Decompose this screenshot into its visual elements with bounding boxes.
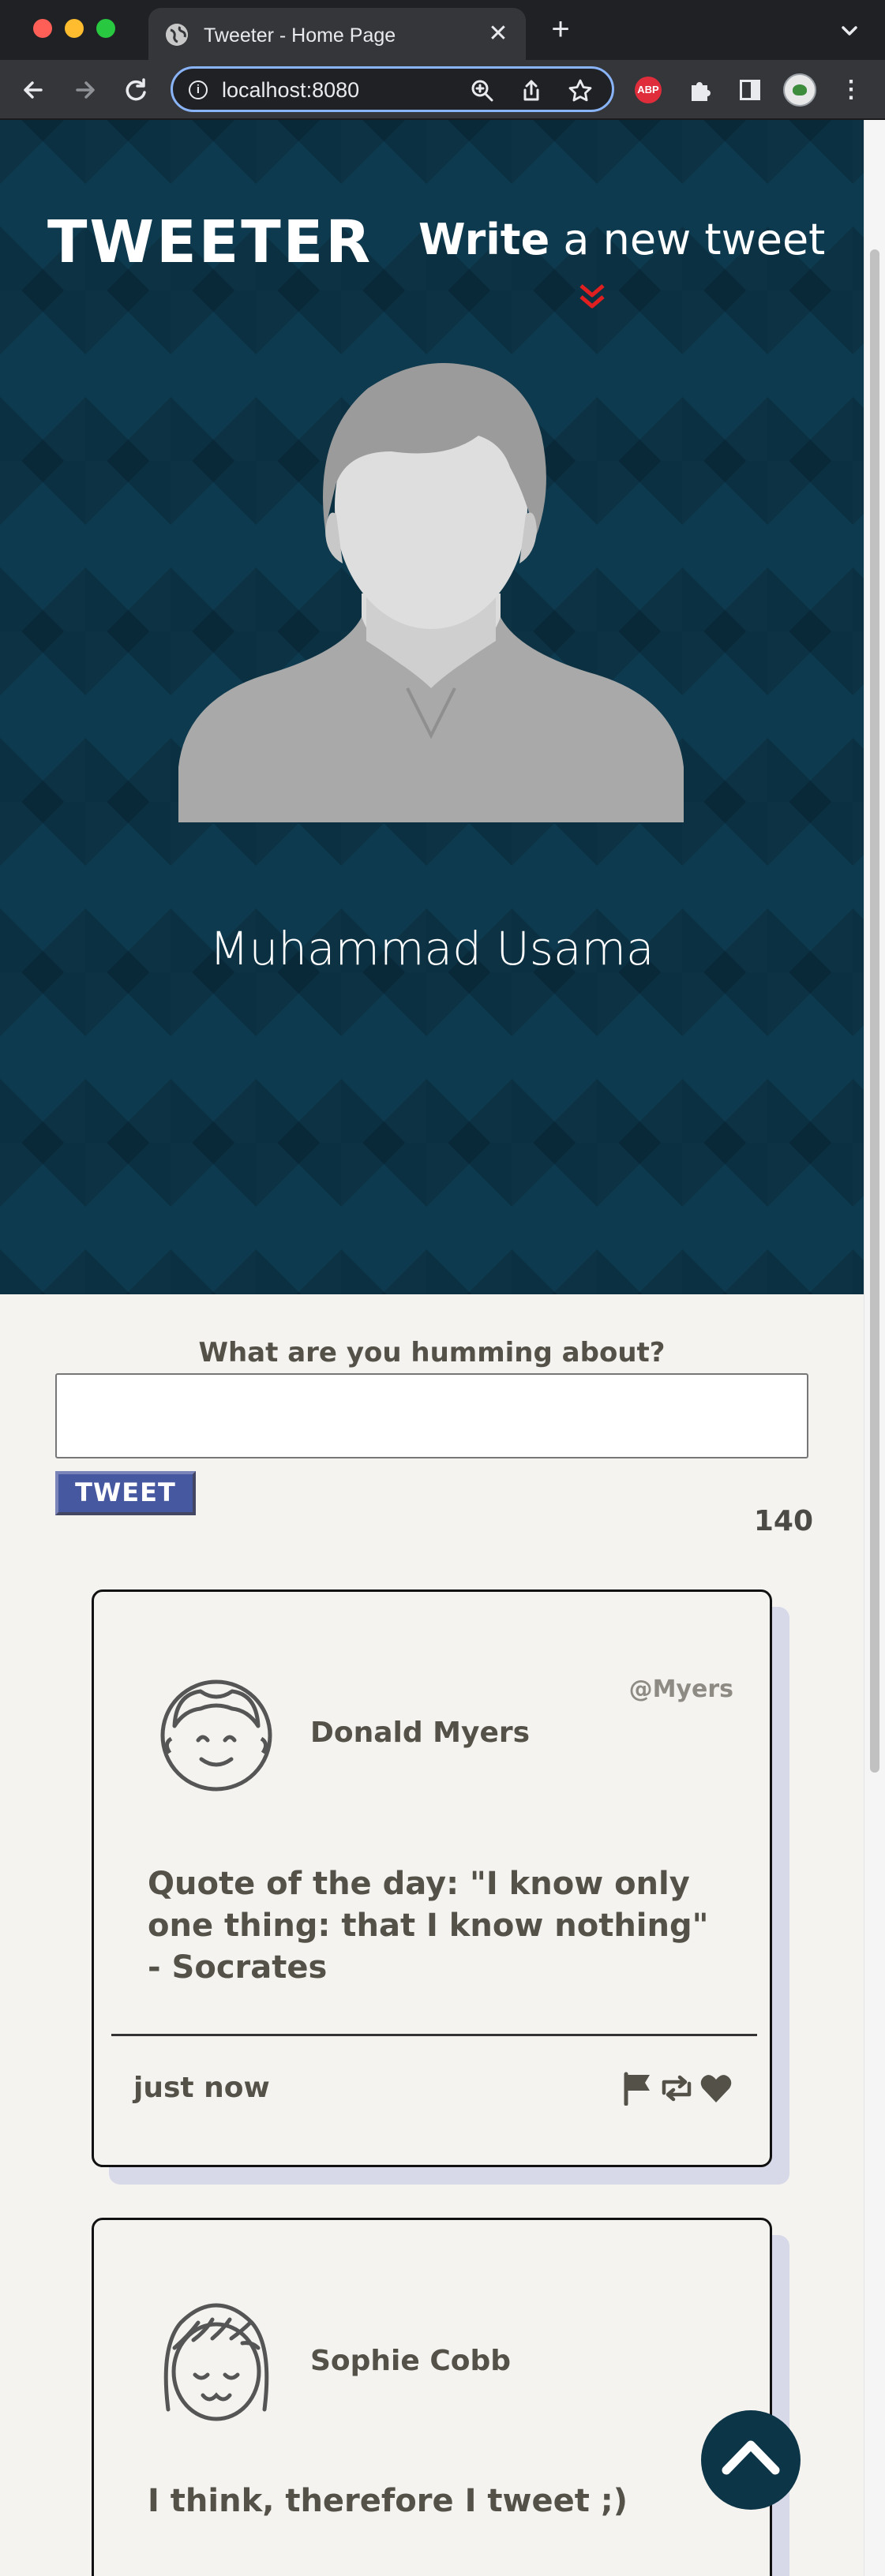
double-chevron-down-icon[interactable] bbox=[576, 281, 608, 313]
window-zoom-button[interactable] bbox=[96, 19, 115, 38]
back-arrow-icon[interactable] bbox=[17, 74, 49, 106]
compose-link-text: a new tweet bbox=[549, 215, 826, 264]
tab-title: Tweeter - Home Page bbox=[204, 24, 396, 47]
tweet-card: Sophie Cobb I think, therefore I tweet ;… bbox=[92, 2218, 772, 2576]
profile-header: TWEETER Write a new tweet Muhammad Usama bbox=[0, 120, 864, 1294]
window-close-button[interactable] bbox=[33, 19, 52, 38]
adblock-extension-icon[interactable]: ABP bbox=[635, 77, 662, 103]
profile-name: Muhammad Usama bbox=[209, 922, 654, 975]
tweet-divider bbox=[111, 2034, 757, 2036]
profile-avatar-icon[interactable] bbox=[783, 73, 816, 107]
tweeter-page: TWEETER Write a new tweet Muhammad Usama bbox=[0, 120, 864, 2576]
zoom-icon[interactable] bbox=[470, 78, 495, 103]
compose-link-bold: Write bbox=[418, 215, 550, 264]
tweet-text: Quote of the day: "I know only one thing… bbox=[148, 1866, 709, 1986]
window-minimize-button[interactable] bbox=[65, 19, 84, 38]
tweet-text: I think, therefore I tweet ;) bbox=[148, 2483, 628, 2519]
flag-icon[interactable] bbox=[620, 2071, 654, 2106]
page-scrollbar[interactable] bbox=[864, 120, 885, 2576]
character-counter: 140 bbox=[753, 1505, 813, 1537]
scroll-to-top-button[interactable] bbox=[701, 2410, 801, 2510]
tab-close-icon[interactable]: ✕ bbox=[485, 21, 512, 47]
browser-tabstrip: Tweeter - Home Page ✕ + bbox=[0, 0, 885, 60]
tweet-timestamp: just now bbox=[133, 2072, 270, 2104]
tweet-author-name: Donald Myers bbox=[310, 1717, 531, 1749]
browser-menu-icon[interactable]: ⋮ bbox=[837, 76, 865, 104]
user-avatar-icon bbox=[157, 1671, 276, 1797]
share-icon[interactable] bbox=[519, 78, 544, 103]
forward-arrow-icon[interactable] bbox=[69, 74, 101, 106]
tweet-card: Donald Myers @Myers Quote of the day: "I… bbox=[92, 1589, 772, 2167]
url-text: localhost:8080 bbox=[222, 78, 360, 102]
chevron-up-icon bbox=[722, 2440, 780, 2475]
browser-toolbar: i localhost:8080 ABP ⋮ bbox=[0, 60, 885, 120]
scrollbar-thumb[interactable] bbox=[870, 249, 879, 1773]
compose-label: What are you humming about? bbox=[198, 1337, 666, 1368]
tweet-actions bbox=[620, 2070, 733, 2106]
user-avatar-icon bbox=[157, 2299, 276, 2425]
globe-icon bbox=[166, 24, 188, 46]
tweet-submit-button[interactable]: TWEET bbox=[55, 1471, 196, 1515]
page-viewport: TWEETER Write a new tweet Muhammad Usama bbox=[0, 120, 885, 2576]
heart-icon[interactable] bbox=[699, 2071, 733, 2106]
extensions-puzzle-icon[interactable] bbox=[685, 76, 714, 104]
side-panel-icon[interactable] bbox=[736, 76, 764, 104]
tweet-author-name: Sophie Cobb bbox=[310, 2345, 512, 2377]
site-info-icon[interactable]: i bbox=[189, 80, 208, 99]
reload-icon[interactable] bbox=[120, 74, 152, 106]
site-logo[interactable]: TWEETER bbox=[47, 207, 373, 278]
new-tab-button[interactable]: + bbox=[545, 13, 576, 46]
tweet-author-handle: @Myers bbox=[628, 1676, 733, 1703]
browser-tab[interactable]: Tweeter - Home Page ✕ bbox=[148, 8, 526, 60]
bookmark-star-icon[interactable] bbox=[568, 78, 593, 103]
write-new-tweet-link[interactable]: Write a new tweet bbox=[418, 208, 825, 271]
retweet-icon[interactable] bbox=[659, 2071, 694, 2106]
tweet-textarea[interactable] bbox=[55, 1373, 808, 1458]
address-bar[interactable]: i localhost:8080 bbox=[171, 66, 614, 112]
profile-avatar bbox=[178, 357, 684, 822]
tab-search-chevron-icon[interactable] bbox=[836, 17, 863, 44]
